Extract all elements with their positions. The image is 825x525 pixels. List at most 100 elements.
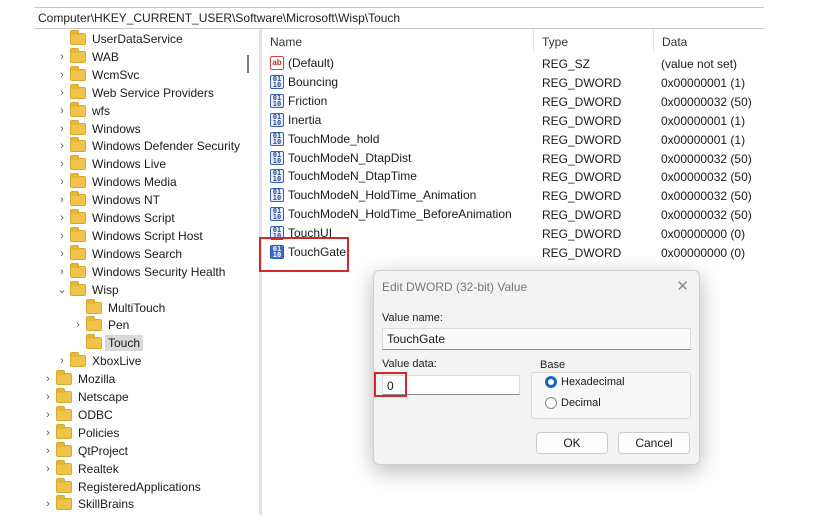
value-type-cell: REG_DWORD (542, 151, 622, 166)
tree-item[interactable]: › wfs (56, 101, 110, 120)
tree-item[interactable]: › Realtek (42, 459, 119, 478)
chevron-right-icon[interactable]: › (56, 191, 68, 209)
value-name-cell: 01 10 TouchModeN_HoldTime_Animation (270, 188, 476, 203)
value-name-text: Bouncing (288, 74, 339, 89)
chevron-right-icon[interactable]: › (72, 316, 84, 334)
value-row[interactable]: 01 10 Inertia REG_DWORD 0x00000001 (1) (262, 111, 765, 130)
address-bar[interactable]: Computer\HKEY_CURRENT_USER\Software\Micr… (34, 7, 764, 29)
value-name-text: Friction (288, 93, 328, 108)
chevron-right-icon[interactable]: › (56, 137, 68, 155)
cancel-button[interactable]: Cancel (618, 432, 690, 454)
chevron-down-icon[interactable]: ⌄ (56, 281, 68, 299)
value-row[interactable]: 01 10 TouchModeN_HoldTime_BeforeAnimation R… (262, 205, 765, 224)
tree-item-label: Windows Search (92, 246, 183, 261)
radio-selected-icon (545, 376, 557, 388)
folder-icon (70, 191, 86, 207)
chevron-right-icon[interactable]: › (56, 84, 68, 102)
tree-item[interactable]: › Web Service Providers (56, 83, 214, 102)
tree-item[interactable]: ⌄ Wisp (56, 280, 119, 299)
chevron-right-icon[interactable]: › (56, 66, 68, 84)
chevron-right-icon[interactable]: › (42, 460, 54, 478)
tree-item[interactable]: › QtProject (42, 441, 128, 460)
value-row[interactable]: 01 10 Bouncing REG_DWORD 0x00000001 (1) (262, 73, 765, 92)
value-row[interactable]: 01 10 TouchModeN_DtapDist REG_DWORD 0x000000… (262, 149, 765, 168)
folder-icon (86, 334, 102, 350)
chevron-right-icon[interactable]: › (56, 209, 68, 227)
folder-icon (70, 155, 86, 171)
folder-icon (56, 441, 72, 457)
tree-item[interactable]: › Windows Defender Security Center (56, 137, 244, 155)
chevron-right-icon[interactable]: › (56, 102, 68, 120)
value-data-cell: 0x00000001 (1) (661, 75, 746, 90)
tree-item[interactable]: › Pen (72, 316, 129, 334)
decimal-radio[interactable]: Decimal (545, 397, 601, 409)
value-name-text: Inertia (288, 112, 322, 127)
chevron-right-icon[interactable]: › (42, 495, 54, 513)
column-header-data[interactable]: Data (654, 29, 765, 53)
chevron-right-icon[interactable]: › (56, 155, 68, 173)
tree-item[interactable]: ›RegisteredApplications (42, 477, 201, 496)
value-name-cell: 01 10 TouchModeN_DtapDist (270, 150, 411, 165)
tree-item[interactable]: › Windows Search (56, 244, 183, 263)
tree-item[interactable]: › Policies (42, 423, 119, 442)
chevron-right-icon[interactable]: › (42, 442, 54, 460)
value-name-cell: ab (Default) (270, 56, 334, 70)
tree-item[interactable]: › Netscape (42, 388, 129, 406)
tree-item-label: Windows Media (92, 175, 177, 190)
tree-item[interactable]: › Windows Security Health (56, 262, 226, 281)
close-icon[interactable]: ✕ (676, 277, 689, 295)
dword-value-icon: 01 10 (270, 169, 284, 184)
column-header-name[interactable]: Name (262, 29, 534, 53)
folder-icon (70, 47, 86, 63)
chevron-right-icon[interactable]: › (42, 424, 54, 442)
tree-item[interactable]: › XboxLive (56, 352, 141, 370)
folder-icon (70, 119, 86, 135)
value-data-cell: 0x00000000 (0) (661, 227, 746, 242)
tree-item[interactable]: › Windows Live (56, 155, 166, 173)
chevron-right-icon[interactable]: › (56, 120, 68, 138)
chevron-right-icon[interactable]: › (42, 370, 54, 388)
tree-item-label: UserDataService (92, 32, 183, 46)
dword-value-icon: 01 10 (270, 112, 284, 127)
tree-item[interactable]: › Windows (56, 119, 141, 138)
ok-button[interactable]: OK (536, 432, 608, 454)
tree-item-label: WAB (92, 49, 119, 64)
chevron-right-icon[interactable]: › (56, 263, 68, 281)
tree-item[interactable]: ›UserDataService (56, 30, 183, 48)
hexadecimal-radio[interactable]: Hexadecimal (545, 376, 625, 388)
value-type-cell: REG_DWORD (542, 227, 622, 242)
value-row[interactable]: 01 10 TouchModeN_HoldTime_Animation REG_DWO… (262, 186, 765, 205)
value-row[interactable]: 01 10 TouchModeN_DtapTime REG_DWORD 0x000000… (262, 167, 765, 186)
tree-item-label: Windows Script (92, 211, 175, 225)
value-row[interactable]: 01 10 TouchMode_hold REG_DWORD 0x00000001 (1… (262, 130, 765, 149)
folder-icon (56, 477, 72, 493)
tree-item[interactable]: › WcmSvc (56, 65, 139, 84)
folder-icon (70, 65, 86, 81)
value-row[interactable]: ab (Default) REG_SZ (value not set) (262, 54, 765, 73)
tree-item[interactable]: › Windows Media (56, 173, 177, 191)
chevron-right-icon[interactable]: › (56, 245, 68, 263)
folder-icon (56, 423, 72, 439)
tree-item[interactable]: › SkillBrains (42, 495, 134, 513)
chevron-right-icon[interactable]: › (42, 406, 54, 424)
dword-value-icon: 01 10 (270, 74, 284, 89)
tree-item[interactable]: ›MultiTouch (72, 298, 165, 317)
tree-item[interactable]: ›Touch (72, 334, 144, 352)
edit-dword-dialog: Edit DWORD (32-bit) Value ✕ Value name: … (373, 270, 700, 465)
tree-scrollbar[interactable] (247, 55, 249, 73)
chevron-right-icon[interactable]: › (56, 352, 68, 370)
tree-item[interactable]: › WAB (56, 47, 119, 66)
tree-item[interactable]: › Mozilla (42, 370, 115, 388)
chevron-right-icon[interactable]: › (56, 227, 68, 245)
chevron-right-icon[interactable]: › (56, 48, 68, 66)
tree-item-label: Windows Security Health (92, 264, 226, 279)
tree-item[interactable]: › ODBC (42, 405, 113, 424)
tree-item[interactable]: › Windows Script Host (56, 226, 203, 245)
value-row[interactable]: 01 10 Friction REG_DWORD 0x00000032 (50) (262, 92, 765, 111)
registry-key-tree[interactable]: ›UserDataService›WAB›WcmSvc›Web Service … (34, 29, 244, 515)
column-header-type[interactable]: Type (534, 29, 654, 53)
tree-item[interactable]: › Windows Script (56, 209, 175, 227)
chevron-right-icon[interactable]: › (42, 388, 54, 406)
chevron-right-icon[interactable]: › (56, 173, 68, 191)
tree-item[interactable]: › Windows NT (56, 191, 160, 209)
